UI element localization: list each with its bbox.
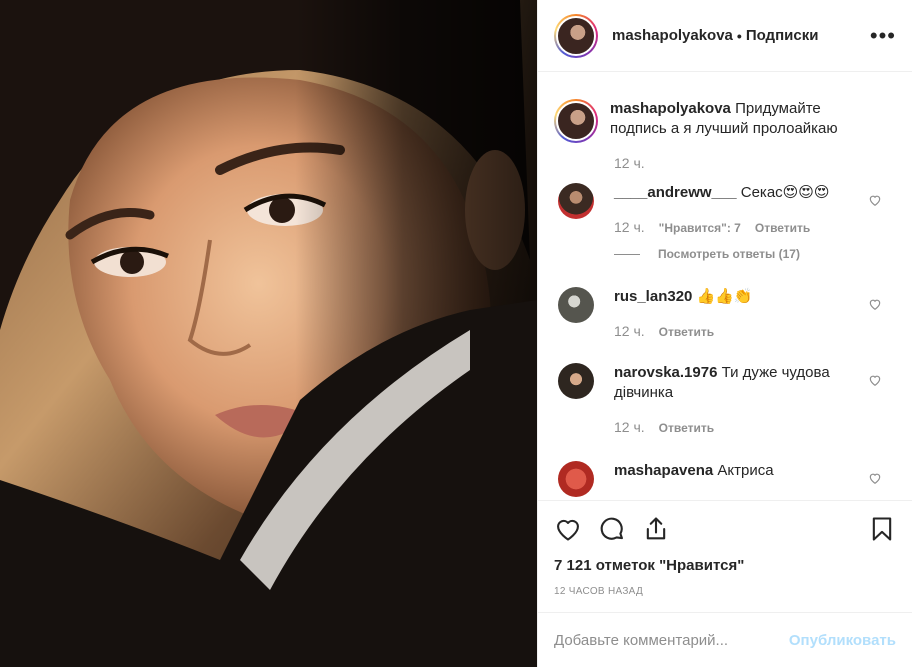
comment-item: ____andreww___ Секас😍😍😍 12 ч. "Нравится"… [554, 183, 896, 261]
comment-time[interactable]: 12 ч. [614, 419, 645, 435]
commenter-avatar[interactable] [558, 287, 594, 323]
comment-username[interactable]: ____andreww___ [614, 184, 737, 201]
follow-status-button[interactable]: Подписки [746, 27, 819, 44]
more-horizontal-icon[interactable]: ••• [870, 24, 896, 47]
reply-button[interactable]: Ответить [659, 325, 714, 339]
comment-like-icon[interactable] [868, 193, 882, 207]
view-replies-button[interactable]: Посмотреть ответы (17) [614, 247, 862, 261]
comment-like-icon[interactable] [868, 373, 882, 387]
replies-divider [614, 253, 640, 255]
caption-username[interactable]: mashapolyakova [610, 100, 731, 117]
view-replies-label: Посмотреть ответы (17) [658, 247, 800, 261]
comment-like-icon[interactable] [868, 471, 882, 485]
reply-button[interactable]: Ответить [755, 221, 810, 235]
post-time[interactable]: 12 ЧАСОВ НАЗАД [554, 586, 896, 597]
comment-time[interactable]: 12 ч. [614, 219, 645, 235]
likes-count[interactable]: 7 121 отметок "Нравится" [554, 557, 896, 574]
comment-item: rus_lan320 👍👍👏 12 ч. Ответить [554, 287, 896, 339]
comment-text: Секас😍😍😍 [740, 184, 830, 201]
caption-avatar[interactable] [554, 99, 598, 143]
commenter-avatar[interactable] [558, 363, 594, 399]
reply-button[interactable]: Ответить [659, 421, 714, 435]
comment-time[interactable]: 12 ч. [614, 323, 645, 339]
author-username[interactable]: mashapolyakova [612, 27, 733, 44]
heart-icon[interactable] [554, 515, 582, 543]
comment-item: narovska.1976 Ти дуже чудова дівчинка 12… [554, 363, 896, 435]
commenter-avatar[interactable] [558, 461, 594, 497]
header-separator: • [736, 27, 742, 44]
comment-like-icon[interactable] [868, 297, 882, 311]
author-avatar[interactable] [554, 13, 598, 58]
post-header: mashapolyakova • Подписки ••• [538, 0, 912, 72]
comment-username[interactable]: rus_lan320 [614, 288, 692, 305]
post-sidebar: mashapolyakova • Подписки ••• mashapolya… [537, 0, 912, 667]
share-icon[interactable] [642, 515, 670, 543]
comment-icon[interactable] [598, 515, 626, 543]
comment-text: Актриса [717, 462, 774, 479]
comment-username[interactable]: mashapavena [614, 462, 713, 479]
comment-text: 👍👍👏 [696, 288, 753, 305]
add-comment-bar: Опубликовать [538, 612, 912, 667]
comment-username[interactable]: narovska.1976 [614, 364, 717, 381]
comment-input[interactable] [554, 631, 789, 649]
bookmark-icon[interactable] [868, 515, 896, 543]
caption: mashapolyakova Придумайте подпись а я лу… [554, 73, 896, 143]
post-actions: 7 121 отметок "Нравится" 12 ЧАСОВ НАЗАД [538, 500, 912, 597]
comment-item: mashapavena Актриса [554, 461, 896, 497]
portrait-image [0, 0, 537, 667]
caption-time: 12 ч. [614, 155, 645, 171]
comments-list[interactable]: mashapolyakova Придумайте подпись а я лу… [538, 73, 912, 499]
publish-button[interactable]: Опубликовать [789, 632, 896, 649]
commenter-avatar[interactable] [558, 183, 594, 219]
post-photo[interactable] [0, 0, 537, 667]
comment-likes[interactable]: "Нравится": 7 [659, 221, 741, 235]
